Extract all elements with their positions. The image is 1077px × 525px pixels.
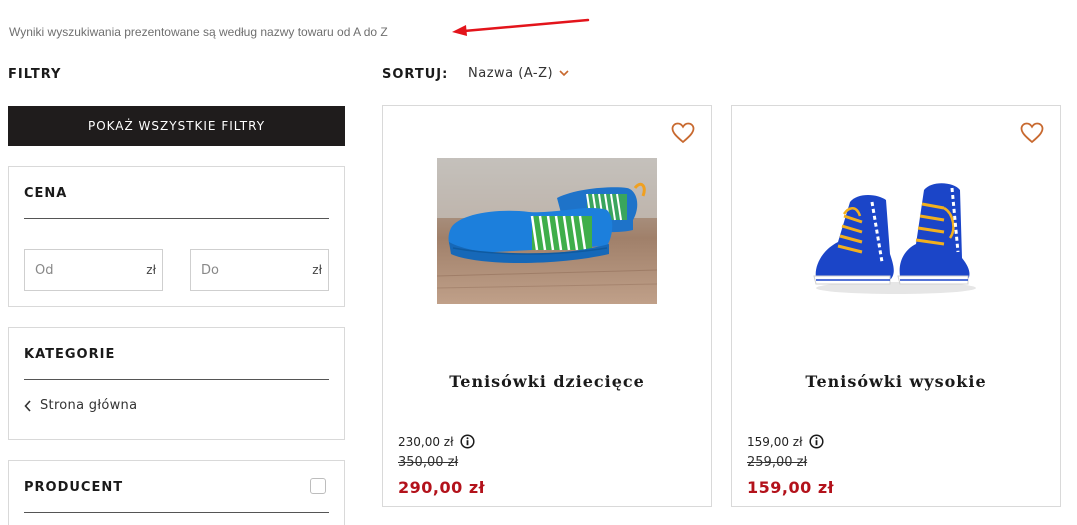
producer-filter-toggle[interactable] — [310, 478, 326, 494]
sort-label: SORTUJ: — [382, 67, 449, 82]
producer-filter-panel: PRODUCENT — [8, 460, 345, 525]
category-filter-title: KATEGORIE — [24, 347, 116, 362]
price-from-input[interactable] — [25, 250, 135, 290]
product-image[interactable] — [437, 158, 657, 304]
producer-filter-header[interactable]: PRODUCENT — [24, 461, 329, 513]
info-icon[interactable] — [808, 434, 824, 449]
old-price: 350,00 zł — [398, 455, 459, 470]
base-price-value: 159,00 zł — [747, 434, 803, 449]
price-filter-title: CENA — [24, 186, 68, 201]
product-image[interactable] — [786, 158, 1006, 304]
sort-info-text: Wyniki wyszukiwania prezentowane są wedł… — [9, 25, 388, 39]
filters-heading: FILTRY — [8, 67, 62, 82]
price-filter-header: CENA — [24, 167, 329, 219]
chevron-left-icon — [24, 399, 31, 412]
sort-dropdown[interactable]: Nazwa (A-Z) — [468, 66, 569, 81]
product-card[interactable]: Tenisówki wysokie 159,00 zł 259,00 zł 15… — [731, 105, 1061, 507]
annotation-arrow — [452, 18, 590, 36]
show-all-filters-button[interactable]: POKAŻ WSZYSTKIE FILTRY — [8, 106, 345, 146]
product-name[interactable]: Tenisówki dziecięce — [383, 372, 711, 391]
product-name[interactable]: Tenisówki wysokie — [732, 372, 1060, 391]
price-filter-panel: CENA zł zł — [8, 166, 345, 307]
category-filter-panel: KATEGORIE Strona główna — [8, 327, 345, 440]
price-from-field: zł — [24, 249, 163, 291]
heart-icon[interactable] — [1020, 122, 1044, 144]
base-price-value: 230,00 zł — [398, 434, 454, 449]
old-price: 259,00 zł — [747, 455, 808, 470]
category-link-label: Strona główna — [40, 398, 138, 413]
category-link-home[interactable]: Strona główna — [24, 398, 137, 413]
heart-icon[interactable] — [671, 122, 695, 144]
category-filter-header: KATEGORIE — [24, 328, 329, 380]
sort-value: Nazwa (A-Z) — [468, 66, 554, 81]
chevron-down-icon — [559, 70, 569, 77]
price-to-field: zł — [190, 249, 329, 291]
currency-label: zł — [312, 263, 322, 277]
base-price: 159,00 zł — [747, 434, 824, 449]
currency-label: zł — [146, 263, 156, 277]
info-icon[interactable] — [459, 434, 475, 449]
price-to-input[interactable] — [191, 250, 301, 290]
sale-price: 159,00 zł — [747, 478, 835, 497]
sale-price: 290,00 zł — [398, 478, 486, 497]
base-price: 230,00 zł — [398, 434, 475, 449]
product-card[interactable]: Tenisówki dziecięce 230,00 zł 350,00 zł … — [382, 105, 712, 507]
producer-filter-title: PRODUCENT — [24, 480, 124, 495]
